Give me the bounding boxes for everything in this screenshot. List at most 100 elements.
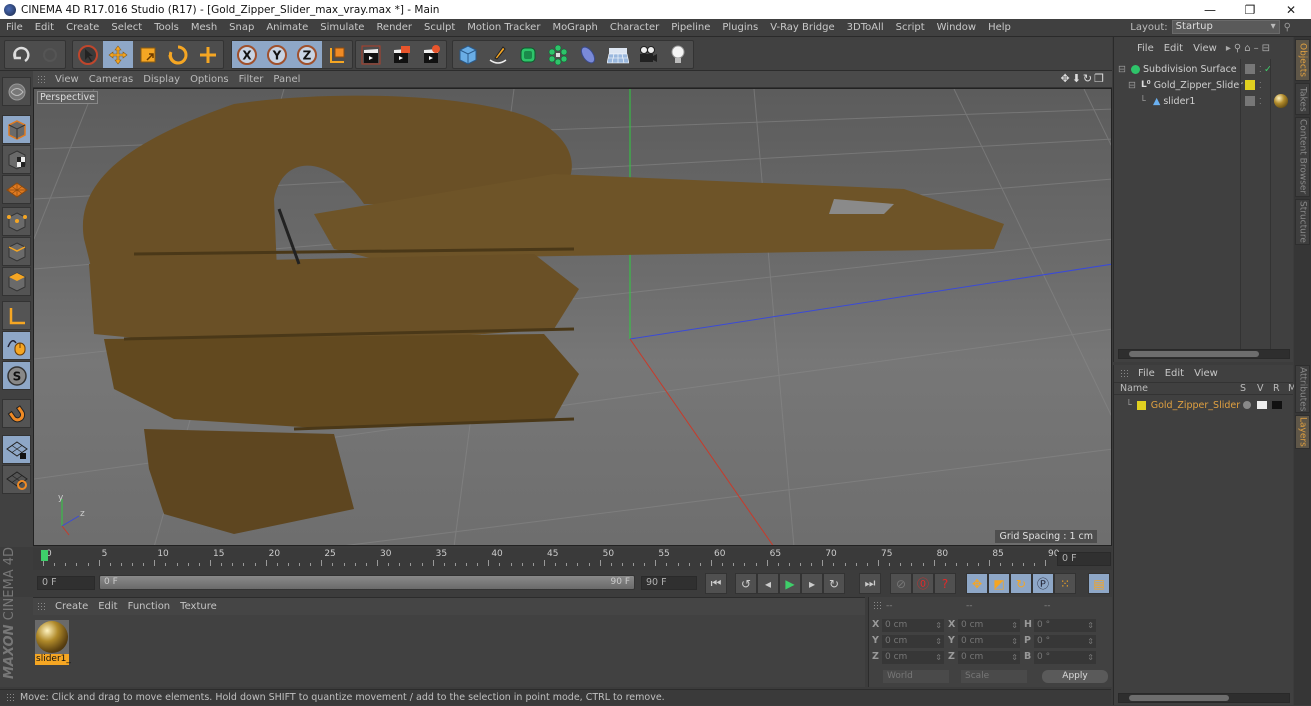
rotate-view-icon[interactable]: ↻ — [1083, 72, 1094, 85]
y-axis-button[interactable]: Y — [262, 41, 292, 68]
menu-animate[interactable]: Animate — [260, 22, 314, 33]
undo-button[interactable] — [5, 41, 35, 68]
coordinate-space-dropdown[interactable]: World — [883, 670, 949, 683]
make-editable-button[interactable] — [2, 77, 31, 106]
tweak-mode-button[interactable] — [2, 331, 31, 360]
object-menu-file[interactable]: File — [1132, 43, 1159, 54]
col-render[interactable]: R — [1273, 383, 1280, 394]
search-icon[interactable]: ⚲ — [1284, 22, 1291, 33]
axis-mode-button[interactable] — [2, 301, 31, 330]
maximize-panel-icon[interactable]: ⊟ — [1262, 43, 1273, 54]
menu-create[interactable]: Create — [60, 22, 105, 33]
snapping-button[interactable] — [2, 399, 31, 428]
coordinate-system-button[interactable] — [322, 41, 352, 68]
pos-x-field[interactable]: 0 cm — [882, 619, 944, 632]
redo-button[interactable] — [35, 41, 65, 68]
viewport-menu-filter[interactable]: Filter — [234, 74, 269, 85]
light-button[interactable] — [663, 41, 693, 68]
visibility-dots-icon[interactable]: ⁚ — [1259, 97, 1262, 106]
x-axis-button[interactable]: X — [232, 41, 262, 68]
current-frame-field[interactable]: 0 F — [1057, 552, 1111, 566]
last-tool-button[interactable] — [193, 41, 223, 68]
rot-h-field[interactable]: 0 ° — [1034, 619, 1096, 632]
menu-plugins[interactable]: Plugins — [716, 22, 764, 33]
viewport-menu-cameras[interactable]: Cameras — [84, 74, 138, 85]
object-row-gold-zipper-slider[interactable]: ⊟ L⁰ Gold_Zipper_Slider ⁚ — [1114, 77, 1292, 93]
menu-pipeline[interactable]: Pipeline — [665, 22, 716, 33]
layer-swatch-icon[interactable] — [1245, 96, 1255, 106]
menu-edit[interactable]: Edit — [29, 22, 60, 33]
pen-spline-button[interactable] — [483, 41, 513, 68]
tab-takes[interactable]: Takes — [1295, 83, 1310, 115]
visibility-dots-icon[interactable]: ⁚ — [1259, 81, 1262, 90]
menu-window[interactable]: Window — [931, 22, 982, 33]
array-button[interactable] — [543, 41, 573, 68]
previous-key-button[interactable]: ↺ — [735, 573, 757, 594]
model-mode-button[interactable] — [2, 115, 31, 144]
panel-grip-icon[interactable] — [1120, 369, 1129, 378]
layer-menu-edit[interactable]: Edit — [1160, 368, 1189, 379]
render-toggle-icon[interactable] — [1272, 401, 1282, 409]
go-to-end-button[interactable]: ⏭ — [859, 573, 881, 594]
minimize-panel-icon[interactable]: – — [1254, 43, 1262, 54]
key-scale-button[interactable]: ◩ — [988, 573, 1010, 594]
pos-y-field[interactable]: 0 cm — [882, 635, 944, 648]
autokey-button[interactable]: ⓪ — [912, 573, 934, 594]
play-button[interactable]: ▶ — [779, 573, 801, 594]
polygons-mode-button[interactable] — [2, 267, 31, 296]
size-z-field[interactable]: 0 cm — [958, 651, 1020, 664]
zipper-slider-model[interactable] — [82, 95, 1004, 534]
restore-button[interactable]: ❐ — [1230, 0, 1270, 19]
timeline-ruler[interactable]: 0 5 10 15 20 25 30 35 40 45 50 55 60 65 70 75 80 85 90 0 F — [33, 548, 1112, 570]
playhead[interactable] — [41, 550, 48, 561]
z-axis-button[interactable]: Z — [292, 41, 322, 68]
key-param-button[interactable]: Ⓟ — [1032, 573, 1054, 594]
layer-row[interactable]: └ Gold_Zipper_Slider — [1114, 397, 1292, 413]
viewport-menu-panel[interactable]: Panel — [268, 74, 305, 85]
tab-attributes[interactable]: Attributes — [1295, 365, 1310, 413]
end-frame-field[interactable]: 90 F — [641, 576, 697, 590]
object-menu-view[interactable]: View — [1188, 43, 1222, 54]
workplane-grid-button[interactable] — [2, 465, 31, 494]
col-view[interactable]: V — [1257, 383, 1264, 394]
scale-tool-button[interactable] — [133, 41, 163, 68]
material-tag-icon[interactable] — [1274, 94, 1288, 108]
layout-dropdown[interactable]: Startup — [1171, 20, 1280, 34]
next-key-button[interactable]: ↻ — [823, 573, 845, 594]
subdivision-surface-button[interactable] — [513, 41, 543, 68]
panel-grip-icon[interactable] — [873, 601, 882, 610]
3d-viewport[interactable]: y z Perspective Grid Spacing : 1 cm — [33, 88, 1112, 546]
keyframe-selection-button[interactable]: ? — [934, 573, 956, 594]
viewport-menu-view[interactable]: View — [50, 74, 84, 85]
apply-button[interactable]: Apply — [1042, 670, 1108, 683]
layer-menu-file[interactable]: File — [1133, 368, 1160, 379]
col-name[interactable]: Name — [1120, 383, 1148, 394]
size-y-field[interactable]: 0 cm — [958, 635, 1020, 648]
object-horizontal-scrollbar[interactable] — [1118, 349, 1290, 359]
menu-help[interactable]: Help — [982, 22, 1017, 33]
frame-range-slider[interactable]: 0 F 90 F — [99, 575, 635, 590]
viewport-menu-options[interactable]: Options — [185, 74, 234, 85]
tab-objects[interactable]: Objects — [1295, 39, 1310, 81]
panel-grip-icon[interactable] — [37, 74, 46, 84]
menu-render[interactable]: Render — [370, 22, 418, 33]
more-arrow-icon[interactable]: ▸ — [1226, 43, 1234, 54]
menu-tools[interactable]: Tools — [148, 22, 185, 33]
viewport-camera-label[interactable]: Perspective — [37, 91, 99, 104]
material-menu-create[interactable]: Create — [50, 601, 93, 612]
go-to-start-button[interactable]: ⏮ — [705, 573, 727, 594]
key-pla-button[interactable]: ⁙ — [1054, 573, 1076, 594]
previous-frame-button[interactable]: ◂ — [757, 573, 779, 594]
object-name[interactable]: Subdivision Surface — [1143, 64, 1237, 75]
search-icon[interactable]: ⚲ — [1234, 43, 1244, 54]
object-row-slider1[interactable]: └ ▲ slider1 ⁚ — [1114, 93, 1292, 109]
start-frame-field[interactable]: 0 F — [37, 576, 95, 590]
menu-simulate[interactable]: Simulate — [314, 22, 370, 33]
workplane-lock-button[interactable] — [2, 435, 31, 464]
menu-vray-bridge[interactable]: V-Ray Bridge — [764, 22, 840, 33]
layer-menu-view[interactable]: View — [1189, 368, 1223, 379]
solo-toggle-icon[interactable] — [1243, 401, 1251, 409]
rotate-tool-button[interactable] — [163, 41, 193, 68]
panel-grip-icon[interactable] — [37, 602, 46, 611]
cube-button[interactable] — [453, 41, 483, 68]
